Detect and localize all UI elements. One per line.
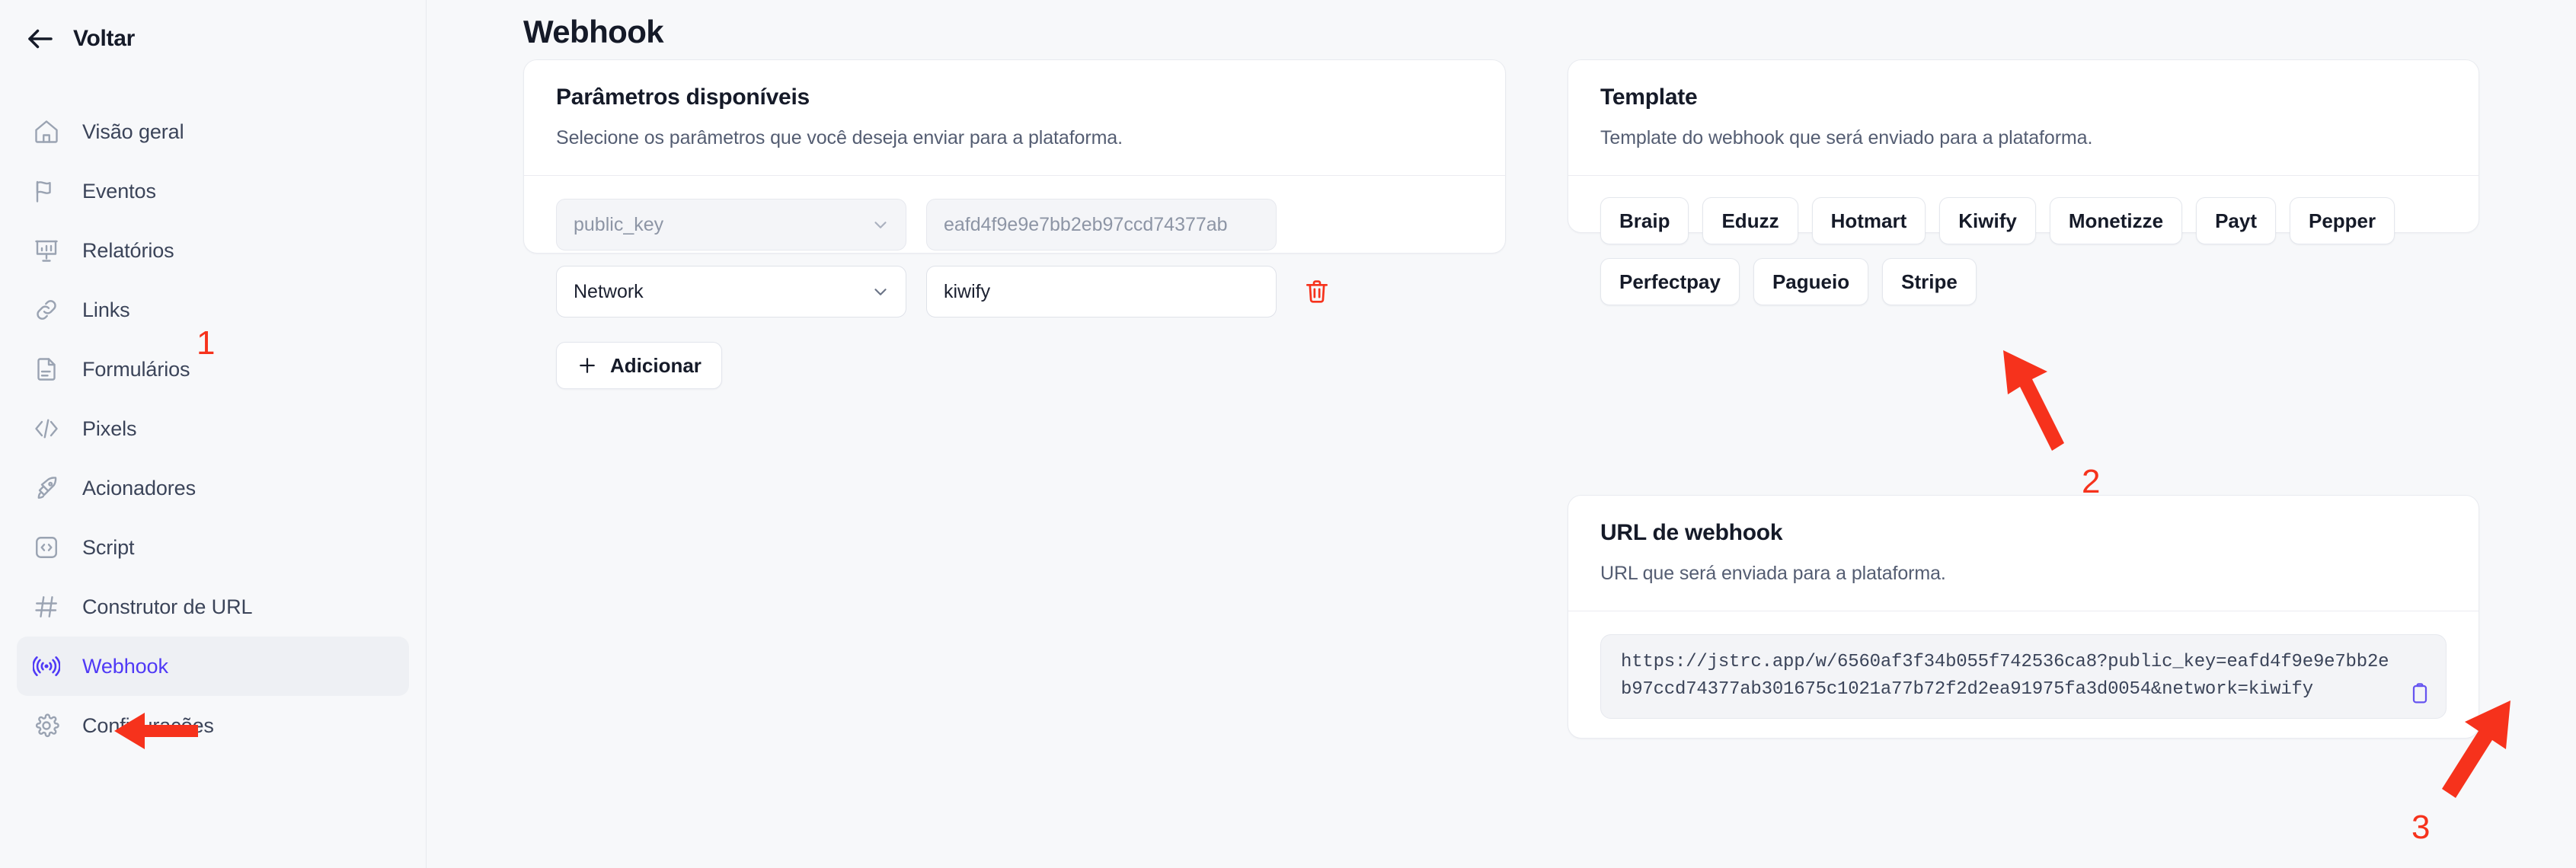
card-subtitle: Selecione os parâmetros que você deseja … xyxy=(556,127,1123,148)
platform-chip-payt[interactable]: Payt xyxy=(2196,197,2276,244)
sidebar-item-label: Acionadores xyxy=(82,476,196,499)
document-icon xyxy=(30,353,62,385)
card-header: Parâmetros disponíveis Selecione os parâ… xyxy=(524,60,1505,175)
flag-icon xyxy=(30,175,62,207)
card-body: public_key eafd4f9e9e7bb2eb97ccd74377ab … xyxy=(524,176,1505,420)
sidebar: Voltar Visão geral Eventos Relatórios Li… xyxy=(0,0,427,868)
card-title: Template xyxy=(1600,85,1698,110)
platform-chip-eduzz[interactable]: Eduzz xyxy=(1702,197,1798,244)
clipboard-copy-icon[interactable] xyxy=(2408,681,2432,706)
parameter-row: public_key eafd4f9e9e7bb2eb97ccd74377ab xyxy=(556,199,1473,251)
rocket-icon xyxy=(30,472,62,504)
code-slash-icon xyxy=(30,413,62,445)
platform-chip-pagueio[interactable]: Pagueio xyxy=(1753,258,1869,305)
chevron-down-icon xyxy=(871,282,890,302)
sidebar-item-visao-geral[interactable]: Visão geral xyxy=(17,102,409,161)
page-title: Webhook xyxy=(523,14,664,49)
card-subtitle: URL que será enviada para a plataforma. xyxy=(1600,563,1946,584)
sidebar-item-label: Relatórios xyxy=(82,238,174,262)
sidebar-item-construtor-de-url[interactable]: Construtor de URL xyxy=(17,577,409,637)
card-body: https://jstrc.app/w/6560af3f34b055f74253… xyxy=(1568,611,2479,746)
main-content: Webhook Parâmetros disponíveis Selecione… xyxy=(427,0,2576,868)
sidebar-item-script[interactable]: Script xyxy=(17,518,409,577)
link-chain-icon xyxy=(30,294,62,326)
sidebar-item-label: Webhook xyxy=(82,654,168,678)
sidebar-item-configuracoes[interactable]: Configurações xyxy=(17,696,409,755)
card-body: Braip Eduzz Hotmart Kiwify Monetizze Pay… xyxy=(1568,176,2479,331)
platform-chip-braip[interactable]: Braip xyxy=(1600,197,1689,244)
webhook-url-text: https://jstrc.app/w/6560af3f34b055f74253… xyxy=(1621,652,2389,700)
platform-chip-kiwify[interactable]: Kiwify xyxy=(1939,197,2036,244)
sidebar-nav: Visão geral Eventos Relatórios Links For… xyxy=(0,102,426,755)
card-header: Template Template do webhook que será en… xyxy=(1568,60,2479,175)
sidebar-item-label: Construtor de URL xyxy=(82,595,253,618)
sidebar-item-label: Script xyxy=(82,535,135,559)
available-parameters-card: Parâmetros disponíveis Selecione os parâ… xyxy=(523,59,1506,389)
webhook-url-card: URL de webhook URL que será enviada para… xyxy=(1568,495,2479,739)
broadcast-icon xyxy=(30,650,62,682)
arrow-left-icon xyxy=(24,23,56,55)
sidebar-item-relatorios[interactable]: Relatórios xyxy=(17,221,409,280)
sidebar-item-eventos[interactable]: Eventos xyxy=(17,161,409,221)
sidebar-item-pixels[interactable]: Pixels xyxy=(17,399,409,458)
sidebar-item-label: Pixels xyxy=(82,416,137,440)
sidebar-item-links[interactable]: Links xyxy=(17,280,409,340)
template-card: Template Template do webhook que será en… xyxy=(1568,59,2479,305)
sidebar-item-label: Visão geral xyxy=(82,120,184,143)
parameter-name-select-network[interactable]: Network xyxy=(556,266,906,318)
platform-chip-pepper[interactable]: Pepper xyxy=(2289,197,2395,244)
sidebar-item-formularios[interactable]: Formulários xyxy=(17,340,409,399)
platform-chip-list: Braip Eduzz Hotmart Kiwify Monetizze Pay… xyxy=(1600,197,2447,305)
parameter-value-text: kiwify xyxy=(944,280,991,302)
parameter-value-input-public-key: eafd4f9e9e7bb2eb97ccd74377ab xyxy=(926,199,1277,251)
card-subtitle: Template do webhook que será enviado par… xyxy=(1600,127,2093,148)
gear-icon xyxy=(30,710,62,742)
parameter-value-text: eafd4f9e9e7bb2eb97ccd74377ab xyxy=(944,213,1228,235)
sidebar-item-label: Links xyxy=(82,298,130,321)
platform-chip-perfectpay[interactable]: Perfectpay xyxy=(1600,258,1740,305)
sidebar-item-acionadores[interactable]: Acionadores xyxy=(17,458,409,518)
card-header: URL de webhook URL que será enviada para… xyxy=(1568,496,2479,611)
add-parameter-button[interactable]: Adicionar xyxy=(556,342,722,389)
chevron-down-icon xyxy=(871,215,890,235)
plus-icon xyxy=(577,355,598,376)
back-button[interactable]: Voltar xyxy=(0,0,426,55)
platform-chip-hotmart[interactable]: Hotmart xyxy=(1811,197,1926,244)
trash-icon[interactable] xyxy=(1299,274,1334,309)
webhook-url-field[interactable]: https://jstrc.app/w/6560af3f34b055f74253… xyxy=(1600,634,2447,719)
sidebar-item-label: Formulários xyxy=(82,357,190,381)
back-label: Voltar xyxy=(73,26,135,51)
sidebar-item-webhook[interactable]: Webhook xyxy=(17,637,409,696)
parameter-name-select-public-key: public_key xyxy=(556,199,906,251)
parameter-value-input-network[interactable]: kiwify xyxy=(926,266,1277,318)
card-title: URL de webhook xyxy=(1600,520,1783,545)
code-box-icon xyxy=(30,531,62,563)
parameter-name-value: public_key xyxy=(574,213,664,235)
home-icon xyxy=(30,116,62,148)
platform-chip-stripe[interactable]: Stripe xyxy=(1882,258,1977,305)
sidebar-item-label: Configurações xyxy=(82,713,214,737)
hash-icon xyxy=(30,591,62,623)
parameter-name-value: Network xyxy=(574,280,644,302)
sidebar-item-label: Eventos xyxy=(82,179,156,203)
add-parameter-label: Adicionar xyxy=(610,353,702,377)
presentation-chart-icon xyxy=(30,235,62,266)
card-title: Parâmetros disponíveis xyxy=(556,85,810,110)
parameter-row: Network kiwify xyxy=(556,266,1473,318)
platform-chip-monetizze[interactable]: Monetizze xyxy=(2049,197,2183,244)
